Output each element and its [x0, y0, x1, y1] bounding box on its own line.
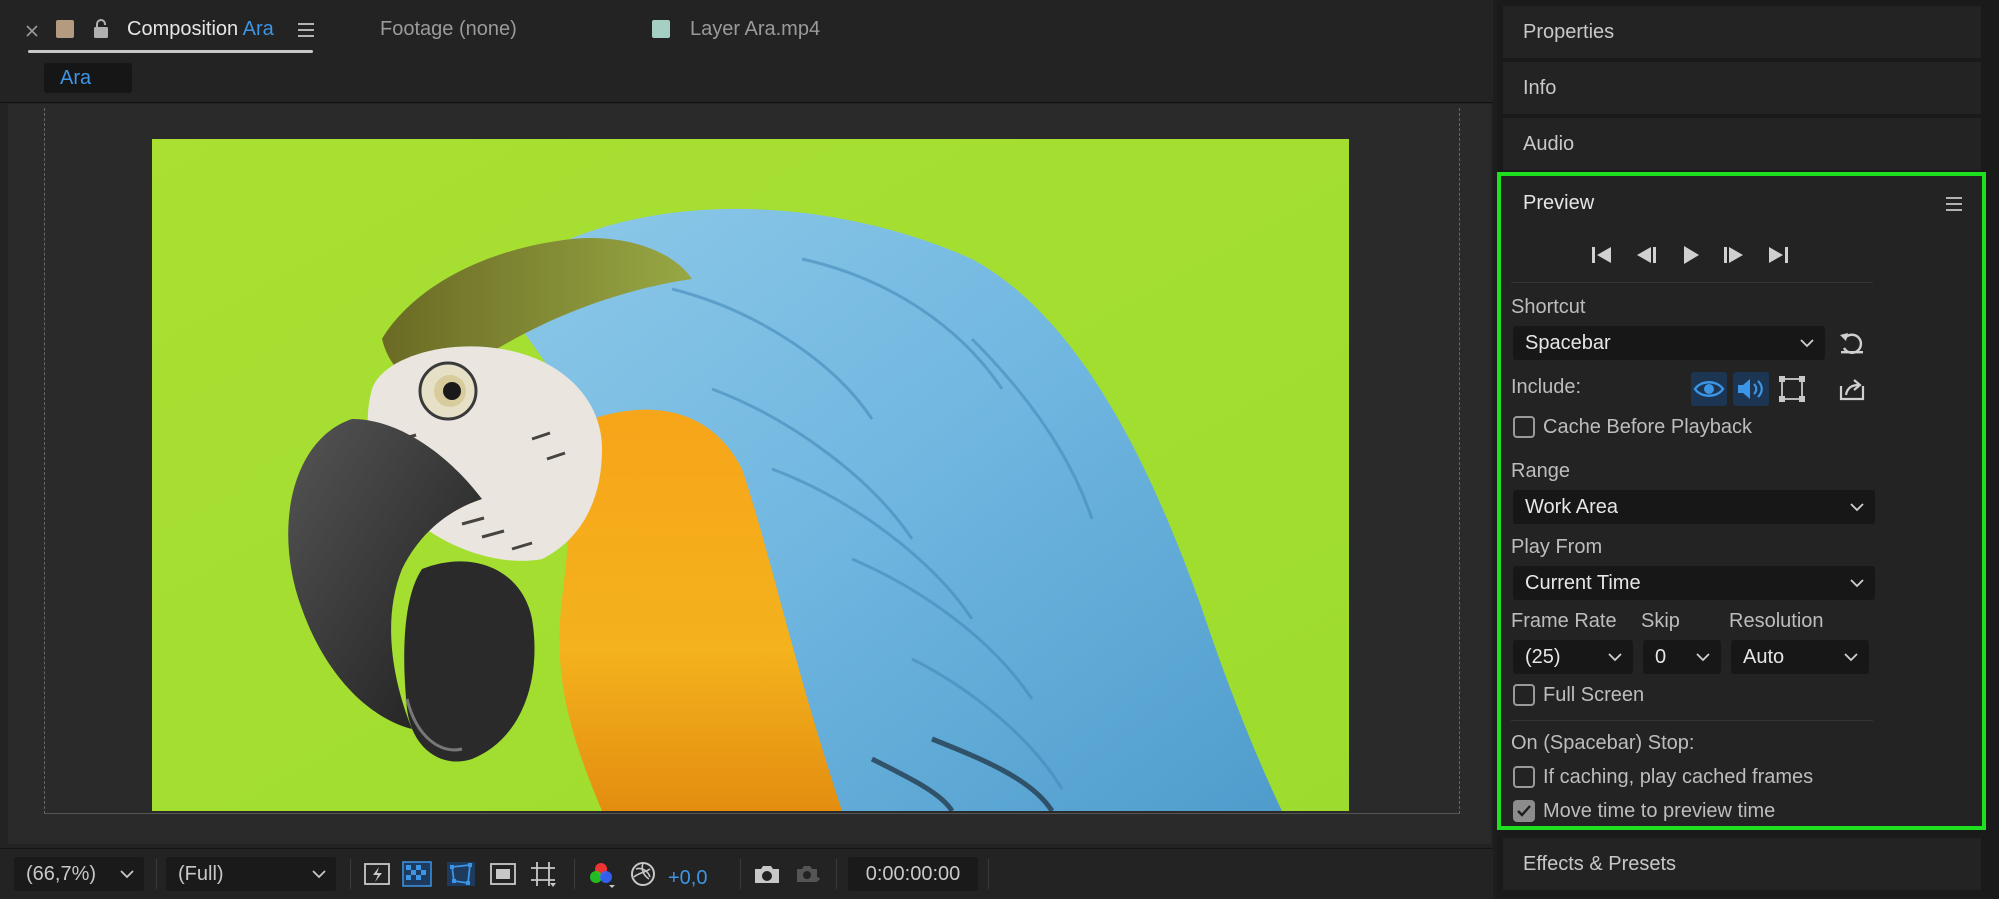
toolbar-divider: [574, 859, 575, 889]
preview-panel: Preview Shortcut Spacebar Include: Cache…: [1497, 172, 1986, 830]
exposure-value[interactable]: +0,0: [668, 867, 707, 890]
panel-menu-icon[interactable]: [297, 22, 315, 38]
panel-menu-icon[interactable]: [1945, 196, 1963, 212]
layer-label-color-icon: [652, 20, 670, 38]
chevron-down-icon: [1850, 579, 1864, 588]
resolution-value: (Full): [178, 863, 224, 885]
tab-layer[interactable]: Layer Ara.mp4: [690, 18, 820, 41]
full-screen-label: Full Screen: [1543, 684, 1645, 706]
skip-label: Skip: [1641, 610, 1680, 632]
play-from-select[interactable]: Current Time: [1513, 566, 1875, 600]
cache-before-playback-checkbox[interactable]: [1513, 416, 1535, 438]
shortcut-label: Shortcut: [1511, 296, 1586, 318]
tab-composition-name: Ara: [242, 18, 274, 40]
include-audio-icon[interactable]: [1733, 372, 1769, 406]
zoom-value: (66,7%): [26, 863, 97, 885]
skip-select[interactable]: 0: [1643, 640, 1721, 674]
composition-bottom-toolbar: (66,7%) (Full) +0,0 0:00:00:00: [0, 848, 1493, 899]
play-icon[interactable]: [1673, 238, 1707, 272]
resolution-preview-select[interactable]: Auto: [1731, 640, 1869, 674]
cache-before-playback-label: Cache Before Playback: [1543, 416, 1753, 438]
skip-value: 0: [1655, 646, 1667, 668]
include-label: Include:: [1511, 376, 1582, 398]
transparency-grid-icon[interactable]: [402, 859, 432, 889]
frame-rate-select[interactable]: (25): [1513, 640, 1633, 674]
shortcut-value: Spacebar: [1525, 332, 1611, 354]
tab-composition-prefix: Composition: [127, 18, 239, 40]
fast-previews-icon[interactable]: [362, 859, 392, 889]
reset-exposure-icon[interactable]: [628, 859, 658, 889]
export-preview-icon[interactable]: [1837, 374, 1867, 404]
include-overlays-icon[interactable]: [1777, 374, 1807, 404]
active-tab-underline: [28, 50, 313, 53]
composition-tab-bar: Composition Ara Footage (none) Layer Ara…: [0, 0, 1493, 58]
on-stop-label: On (Spacebar) Stop:: [1511, 732, 1695, 754]
chevron-down-icon: [312, 870, 326, 879]
play-from-value: Current Time: [1525, 572, 1641, 594]
if-caching-label: If caching, play cached frames: [1543, 766, 1814, 788]
show-snapshot-icon[interactable]: [792, 859, 822, 889]
first-frame-icon[interactable]: [1585, 238, 1619, 272]
reset-icon[interactable]: [1837, 328, 1867, 358]
parrot-image: [152, 139, 1349, 811]
move-time-label: Move time to preview time: [1543, 800, 1776, 822]
toolbar-divider: [350, 859, 351, 889]
toolbar-divider: [836, 859, 837, 889]
resolution-preview-value: Auto: [1743, 646, 1785, 668]
grid-and-guides-icon[interactable]: [528, 859, 558, 889]
chevron-down-icon: [1850, 503, 1864, 512]
zoom-select[interactable]: (66,7%): [14, 857, 144, 891]
range-label: Range: [1511, 460, 1570, 482]
resolution-label: Resolution: [1729, 610, 1824, 632]
preview-panel-title: Preview: [1523, 192, 1595, 214]
divider: [1511, 282, 1873, 283]
if-caching-checkbox[interactable]: [1513, 766, 1535, 788]
chevron-down-icon: [1696, 653, 1710, 662]
chevron-down-icon: [1800, 339, 1814, 348]
snapshot-camera-icon[interactable]: [752, 859, 782, 889]
range-value: Work Area: [1525, 496, 1618, 518]
toolbar-divider: [988, 859, 989, 889]
chevron-down-icon: [1608, 653, 1622, 662]
frame-rate-value: (25): [1525, 646, 1561, 668]
frame-rate-label: Frame Rate: [1511, 610, 1617, 632]
audio-panel-header[interactable]: Audio: [1503, 118, 1981, 170]
play-from-label: Play From: [1511, 536, 1603, 558]
composition-navigator-bar: [0, 58, 1493, 103]
full-screen-checkbox[interactable]: [1513, 684, 1535, 706]
next-frame-icon[interactable]: [1717, 238, 1751, 272]
previous-frame-icon[interactable]: [1629, 238, 1663, 272]
toolbar-divider: [740, 859, 741, 889]
properties-panel-header[interactable]: Properties: [1503, 6, 1981, 58]
info-panel-header[interactable]: Info: [1503, 62, 1981, 114]
tab-composition-label: Composition Ara: [127, 18, 274, 41]
move-time-checkbox[interactable]: [1513, 800, 1535, 822]
mask-path-visibility-icon[interactable]: [446, 859, 476, 889]
include-video-icon[interactable]: [1691, 372, 1727, 406]
tab-footage[interactable]: Footage (none): [380, 18, 517, 41]
resolution-select[interactable]: (Full): [166, 857, 336, 891]
close-icon[interactable]: [24, 23, 40, 39]
channels-icon[interactable]: [586, 859, 616, 889]
chevron-down-icon: [120, 870, 134, 879]
effects-presets-panel-header[interactable]: Effects & Presets: [1503, 838, 1981, 890]
toolbar-divider: [156, 859, 157, 889]
region-of-interest-icon[interactable]: [488, 859, 518, 889]
chevron-down-icon: [1844, 653, 1858, 662]
range-select[interactable]: Work Area: [1513, 490, 1875, 524]
lock-icon[interactable]: [92, 18, 110, 40]
checkmark-icon: [1517, 805, 1531, 817]
divider: [1511, 720, 1873, 721]
shortcut-select[interactable]: Spacebar: [1513, 326, 1825, 360]
current-time-display[interactable]: 0:00:00:00: [848, 857, 978, 891]
composition-breadcrumb[interactable]: Ara: [44, 63, 132, 93]
composition-label-color-icon: [56, 20, 74, 38]
last-frame-icon[interactable]: [1761, 238, 1795, 272]
